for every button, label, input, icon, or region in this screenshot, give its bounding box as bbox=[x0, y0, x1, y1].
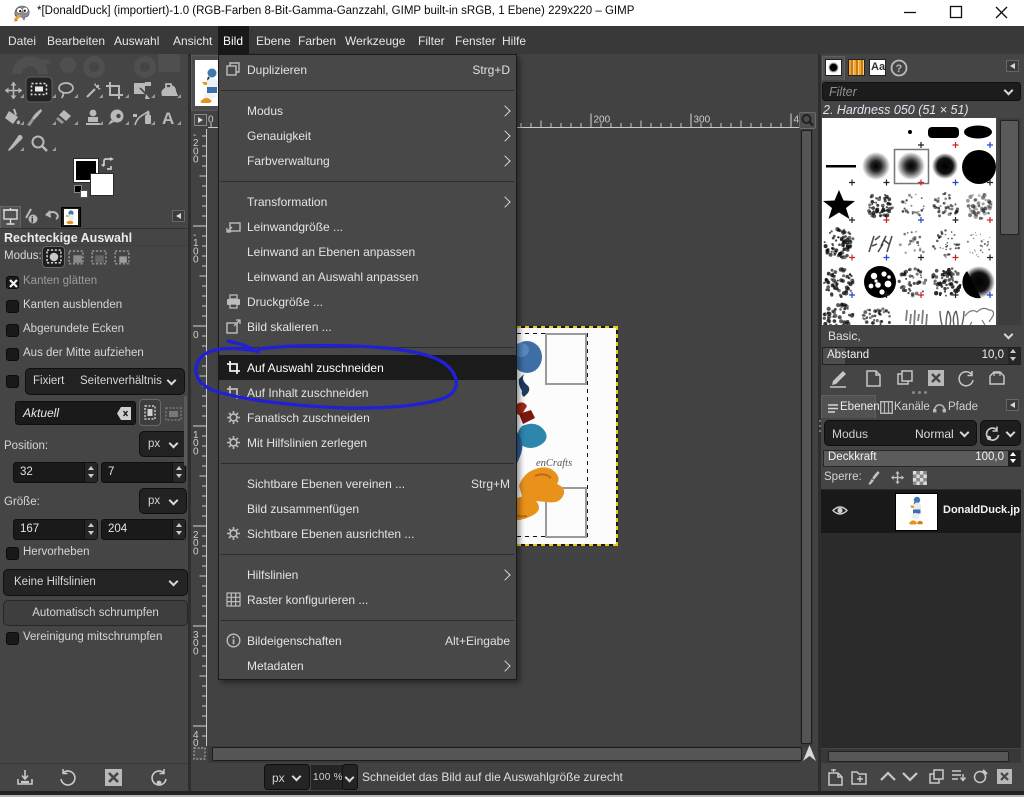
svg-text:400: 400 bbox=[794, 115, 800, 126]
svg-text:0: 0 bbox=[193, 446, 199, 457]
svg-text:0: 0 bbox=[193, 330, 199, 341]
svg-text:0: 0 bbox=[193, 546, 199, 557]
svg-text:200: 200 bbox=[594, 115, 611, 126]
svg-text:300: 300 bbox=[694, 115, 711, 126]
svg-text:0: 0 bbox=[193, 646, 199, 657]
svg-text:0: 0 bbox=[193, 255, 199, 266]
svg-text:-200: -200 bbox=[208, 115, 214, 126]
svg-text:0: 0 bbox=[193, 155, 199, 166]
svg-text:enCrafts: enCrafts bbox=[536, 458, 572, 469]
svg-text:?: ? bbox=[896, 63, 903, 75]
svg-text:A: A bbox=[162, 109, 174, 128]
